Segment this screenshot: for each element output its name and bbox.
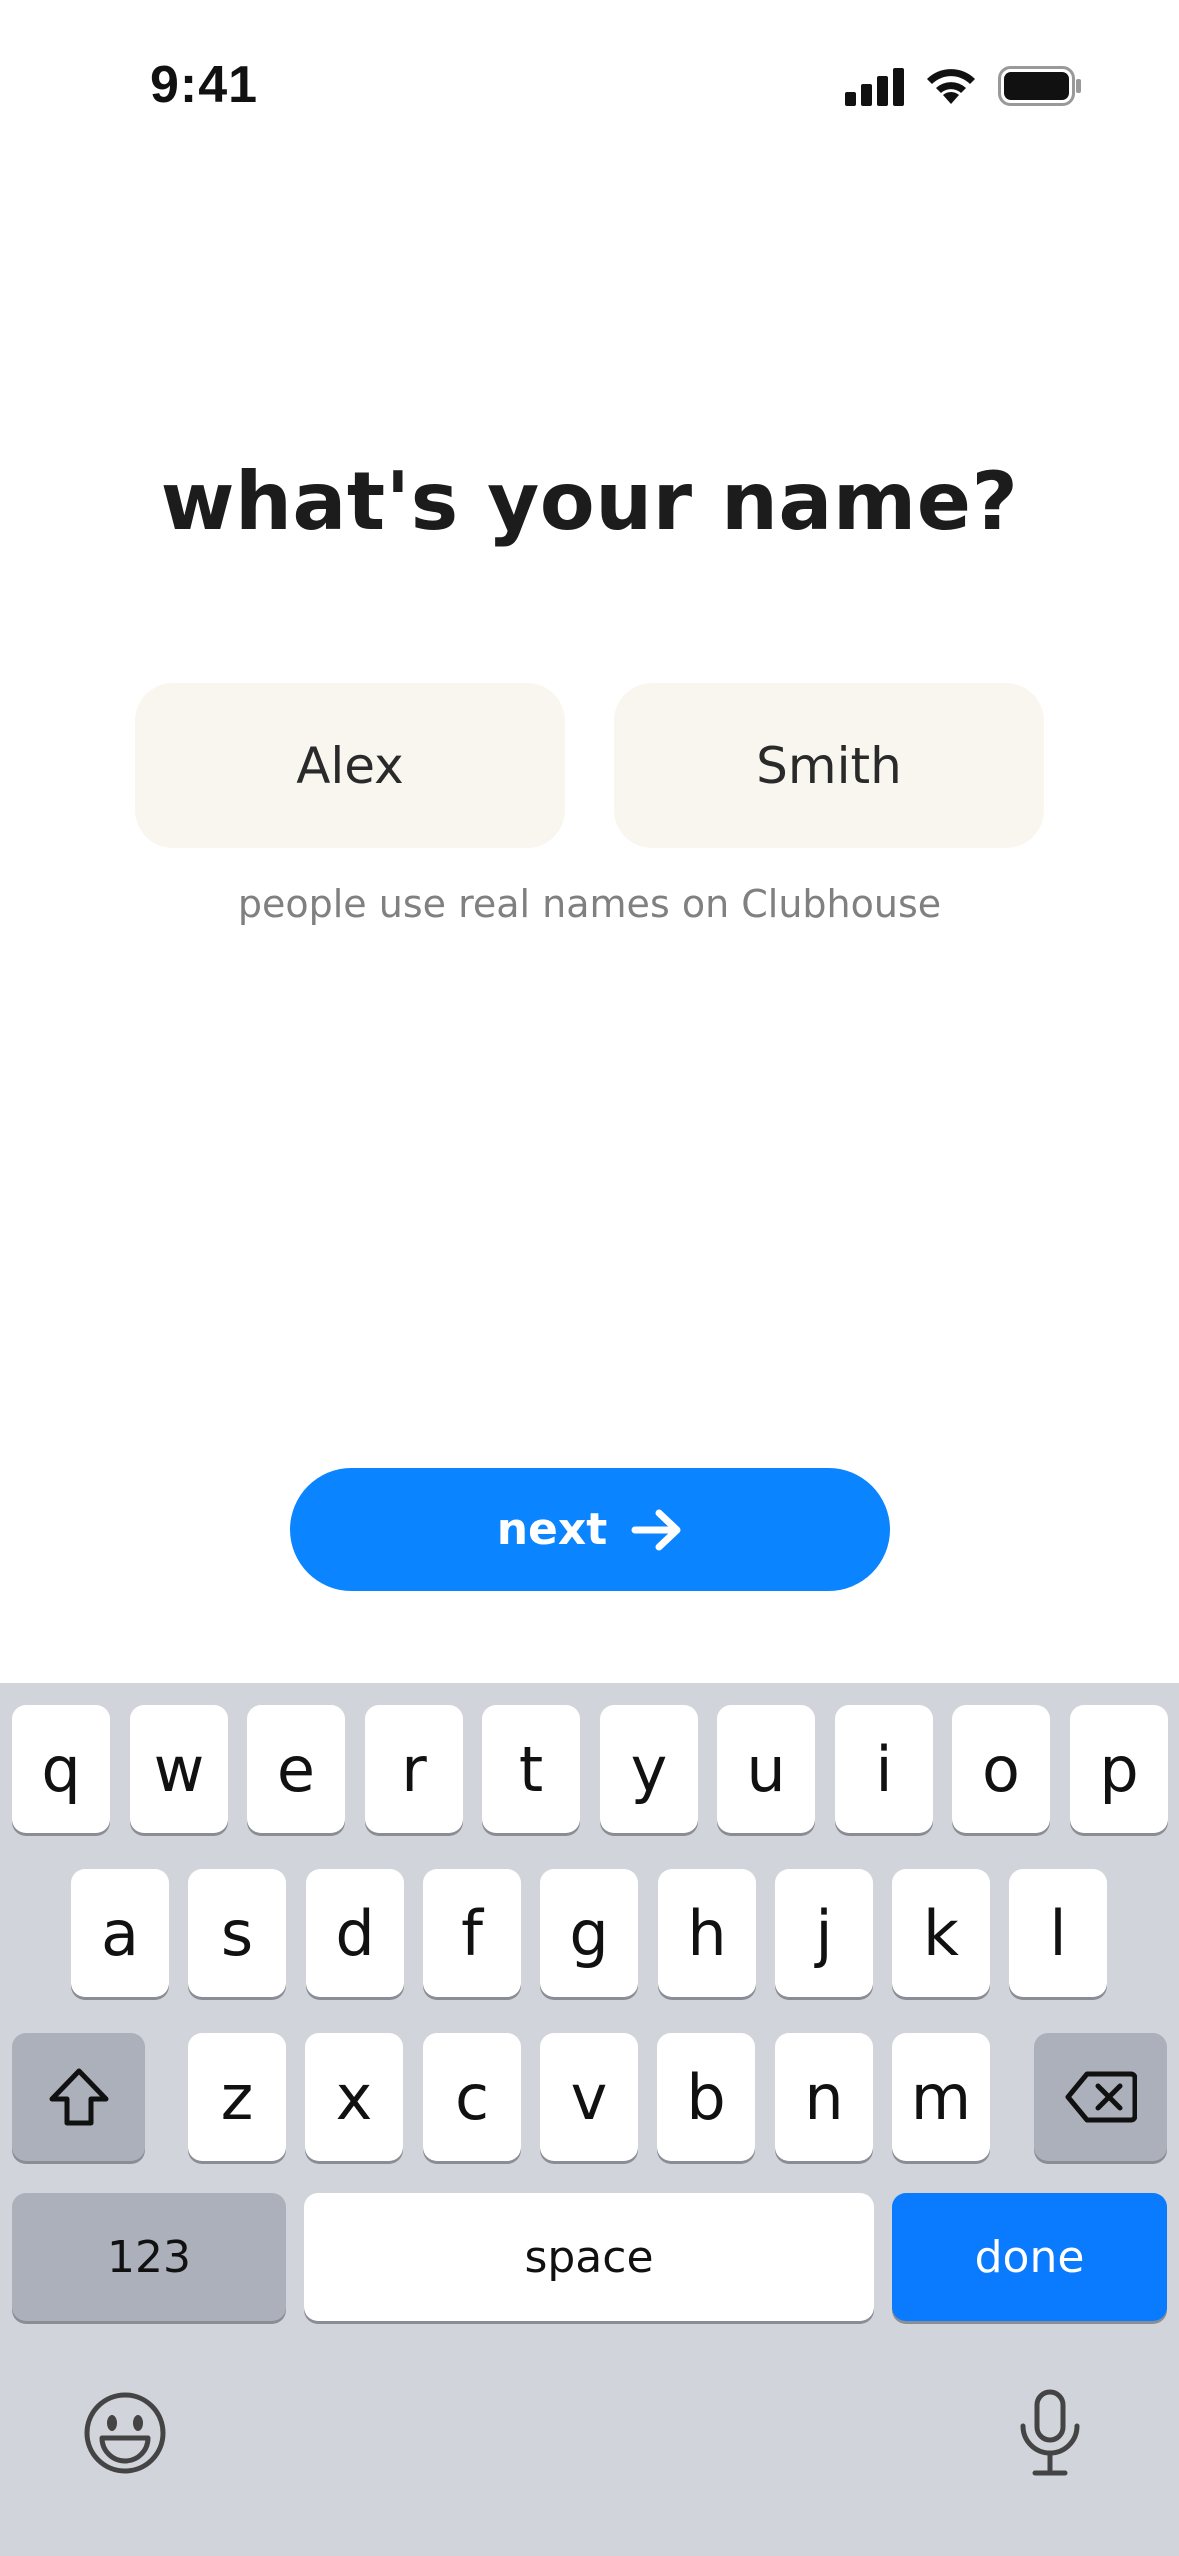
emoji-icon[interactable] [82, 2390, 168, 2476]
key-i[interactable]: i [835, 1705, 933, 1833]
last-name-field[interactable] [614, 683, 1044, 848]
shift-key[interactable] [12, 2033, 145, 2161]
first-name-field[interactable] [135, 683, 565, 848]
key-y[interactable]: y [600, 1705, 698, 1833]
key-p[interactable]: p [1070, 1705, 1168, 1833]
key-k[interactable]: k [892, 1869, 990, 1997]
key-u[interactable]: u [717, 1705, 815, 1833]
delete-key[interactable] [1034, 2033, 1167, 2161]
key-a[interactable]: a [71, 1869, 169, 1997]
key-e[interactable]: e [247, 1705, 345, 1833]
microphone-icon[interactable] [1015, 2388, 1085, 2478]
key-x[interactable]: x [305, 2033, 403, 2161]
battery-icon [998, 66, 1081, 106]
wifi-icon [927, 69, 975, 104]
page-title: what's your name? [160, 455, 1019, 548]
delete-icon [1065, 2071, 1137, 2123]
key-b[interactable]: b [657, 2033, 755, 2161]
next-button[interactable]: next [290, 1468, 890, 1591]
numbers-key[interactable]: 123 [12, 2193, 286, 2321]
status-time: 9:41 [150, 56, 259, 114]
key-n[interactable]: n [775, 2033, 873, 2161]
keyboard: qwertyuiop asdfghjkl zxcvbnm 123 space don… [0, 1683, 1179, 2556]
cellular-signal-icon [845, 68, 904, 106]
hint-text: people use real names on Clubhouse [237, 882, 942, 926]
shift-icon [49, 2068, 108, 2126]
key-f[interactable]: f [423, 1869, 521, 1997]
key-j[interactable]: j [775, 1869, 873, 1997]
status-bar: 9:41 [0, 0, 1179, 175]
key-o[interactable]: o [952, 1705, 1050, 1833]
next-button-label: next [496, 1504, 608, 1555]
key-l[interactable]: l [1009, 1869, 1107, 1997]
key-r[interactable]: r [365, 1705, 463, 1833]
key-c[interactable]: c [423, 2033, 521, 2161]
key-s[interactable]: s [188, 1869, 286, 1997]
key-g[interactable]: g [540, 1869, 638, 1997]
done-key[interactable]: done [892, 2193, 1167, 2321]
screen: 9:41 what's your name? people use real n… [0, 0, 1179, 2556]
key-v[interactable]: v [540, 2033, 638, 2161]
key-h[interactable]: h [658, 1869, 756, 1997]
arrow-right-icon [631, 1509, 681, 1550]
key-t[interactable]: t [482, 1705, 580, 1833]
space-key[interactable]: space [304, 2193, 874, 2321]
key-z[interactable]: z [188, 2033, 286, 2161]
key-d[interactable]: d [306, 1869, 404, 1997]
key-w[interactable]: w [130, 1705, 228, 1833]
key-m[interactable]: m [892, 2033, 990, 2161]
key-q[interactable]: q [12, 1705, 110, 1833]
